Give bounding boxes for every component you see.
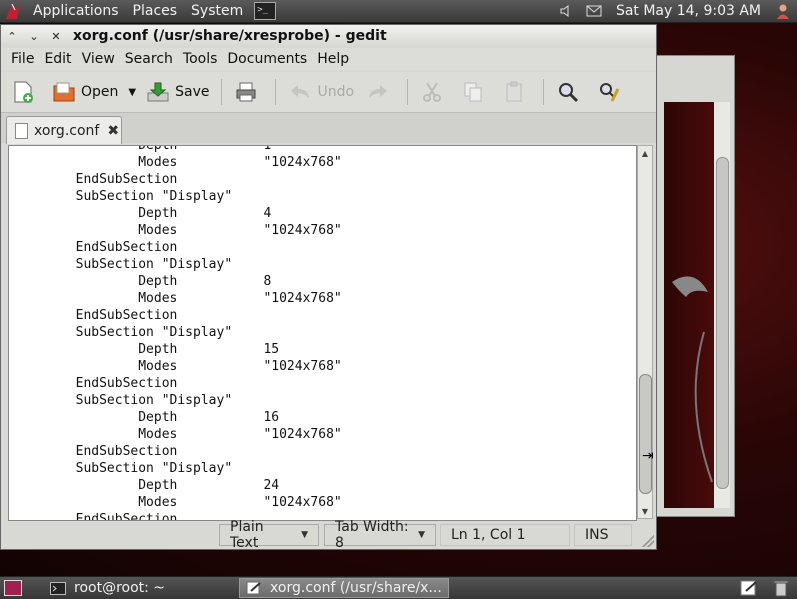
chevron-down-icon: ▼ — [128, 86, 137, 98]
show-desktop-icon[interactable] — [4, 580, 22, 596]
scroll-thumb[interactable] — [639, 374, 652, 494]
insert-mode-label: INS — [585, 527, 609, 543]
taskbar-gedit[interactable]: xorg.conf (/usr/share/x... — [239, 578, 450, 598]
trash-icon[interactable] — [771, 579, 791, 597]
background-window-scroll-thumb[interactable] — [716, 157, 729, 489]
maximize-button[interactable]: ⌄ — [23, 26, 45, 46]
menu-system[interactable]: System — [184, 0, 250, 22]
menu-places[interactable]: Places — [126, 0, 185, 22]
cursor-position-label: Ln 1, Col 1 — [451, 527, 526, 543]
undo-icon — [288, 80, 312, 104]
mail-icon[interactable] — [585, 3, 603, 19]
resize-cursor-icon: ⇥ — [642, 448, 654, 464]
volume-icon[interactable] — [557, 3, 575, 19]
menu-view[interactable]: View — [77, 51, 120, 67]
menu-help[interactable]: Help — [312, 51, 354, 67]
clock[interactable]: Sat May 14, 9:03 AM — [608, 3, 769, 19]
top-panel: Applications Places System >_ Sat May 14… — [0, 0, 797, 23]
open-button[interactable]: Open — [46, 75, 124, 109]
terminal-launcher-icon[interactable]: >_ — [254, 2, 277, 20]
resize-grip-icon[interactable] — [642, 535, 654, 547]
cursor-position: Ln 1, Col 1 — [440, 524, 570, 546]
text-editor[interactable]: Depth 1 Modes "1024x768" EndSubSection S… — [8, 145, 637, 521]
language-label: Plain Text — [230, 519, 264, 551]
dragon-icon — [672, 276, 713, 483]
scroll-up-arrow-icon[interactable]: ▲ — [638, 146, 652, 160]
close-window-button[interactable]: ✕ — [45, 26, 67, 46]
menu-search[interactable]: Search — [120, 51, 178, 67]
chevron-down-icon: ▼ — [301, 530, 308, 540]
save-button[interactable]: Save — [140, 75, 215, 109]
new-button[interactable] — [5, 75, 46, 109]
replace-button[interactable] — [591, 75, 632, 109]
open-recent-dropdown[interactable]: ▼ — [124, 75, 140, 109]
window-title: xorg.conf (/usr/share/xresprobe) - gedit — [73, 28, 387, 44]
folder-open-icon — [52, 80, 76, 104]
menu-tools[interactable]: Tools — [178, 51, 223, 67]
toolbar-separator — [543, 79, 545, 105]
background-window[interactable] — [655, 55, 735, 517]
titlebar[interactable]: ⌃ ⌄ ✕ xorg.conf (/usr/share/xresprobe) -… — [1, 25, 656, 47]
statusbar: Plain Text ▼ Tab Width: 8 ▼ Ln 1, Col 1 … — [1, 519, 656, 551]
toolbar-separator — [407, 79, 409, 105]
redo-icon — [366, 80, 390, 104]
chevron-down-icon: ▼ — [418, 530, 425, 540]
cut-button[interactable] — [414, 75, 455, 109]
toolbar-separator — [221, 79, 223, 105]
terminal-icon — [50, 581, 66, 595]
find-button[interactable] — [550, 75, 591, 109]
distro-logo-icon[interactable] — [0, 0, 26, 22]
clipboard-icon — [502, 80, 526, 104]
toolbar: Open ▼ Save Undo — [1, 72, 656, 113]
search-icon — [556, 80, 580, 104]
search-replace-icon — [597, 80, 621, 104]
text-file-icon — [15, 122, 28, 139]
taskbar-terminal[interactable]: root@root: ~ — [44, 578, 171, 598]
redo-button[interactable] — [360, 75, 401, 109]
tab-xorg-conf[interactable]: xorg.conf ✖ — [6, 116, 122, 144]
copy-button[interactable] — [455, 75, 496, 109]
tab-width-selector[interactable]: Tab Width: 8 ▼ — [324, 519, 436, 551]
insert-mode: INS — [574, 524, 632, 546]
bottom-panel: root@root: ~ xorg.conf (/usr/share/x... — [0, 576, 797, 599]
menu-edit[interactable]: Edit — [39, 51, 76, 67]
save-icon — [146, 80, 170, 104]
language-selector[interactable]: Plain Text ▼ — [219, 519, 319, 551]
menubar: File Edit View Search Tools Documents He… — [1, 48, 656, 70]
close-tab-icon[interactable]: ✖ — [107, 123, 119, 139]
print-button[interactable] — [228, 75, 269, 109]
menu-documents[interactable]: Documents — [222, 51, 312, 67]
code-content[interactable]: Depth 1 Modes "1024x768" EndSubSection S… — [13, 146, 342, 520]
text-editor-icon — [246, 581, 262, 595]
toolbar-separator — [275, 79, 277, 105]
tab-label: xorg.conf — [34, 122, 100, 139]
minimize-button[interactable]: ⌃ — [1, 26, 23, 46]
undo-button[interactable]: Undo — [282, 75, 360, 109]
undo-label: Undo — [317, 84, 355, 100]
notes-icon[interactable] — [739, 579, 759, 597]
gedit-window: ⌃ ⌄ ✕ xorg.conf (/usr/share/xresprobe) -… — [0, 24, 657, 551]
open-label: Open — [81, 84, 119, 100]
scissors-icon — [420, 80, 444, 104]
background-window-scrollbar[interactable] — [714, 102, 730, 508]
tab-width-label: Tab Width: 8 — [335, 519, 409, 551]
user-icon[interactable] — [774, 3, 792, 19]
paste-button[interactable] — [496, 75, 537, 109]
copy-icon — [461, 80, 485, 104]
menu-file[interactable]: File — [1, 51, 39, 67]
printer-icon — [234, 80, 258, 104]
save-label: Save — [175, 84, 210, 100]
scroll-down-arrow-icon[interactable]: ▼ — [638, 504, 652, 518]
tab-bar: xorg.conf ✖ — [1, 113, 656, 144]
new-document-icon — [11, 80, 35, 104]
menu-applications[interactable]: Applications — [26, 0, 126, 22]
taskbar-terminal-label: root@root: ~ — [74, 580, 166, 596]
background-window-content — [664, 102, 714, 508]
taskbar-gedit-label: xorg.conf (/usr/share/x... — [270, 580, 442, 596]
